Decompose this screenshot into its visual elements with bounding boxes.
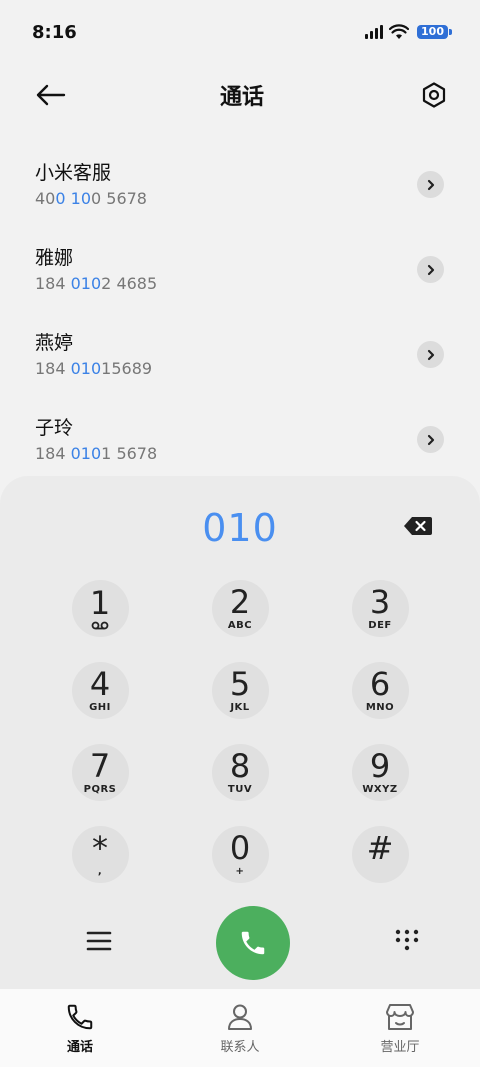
contact-number: 184 0101 5678 xyxy=(35,443,158,463)
back-button[interactable] xyxy=(30,75,70,115)
keypad: 1 2 ABC 3 DEF 4 GHI 5 JKL 6 MNO 7 PQRS 8… xyxy=(0,580,480,883)
voicemail-icon xyxy=(91,621,109,630)
contact-name: 小米客服 xyxy=(35,161,112,184)
contact-detail-button[interactable] xyxy=(417,341,444,368)
header: 通话 xyxy=(0,70,480,120)
tab-label: 联系人 xyxy=(220,1039,260,1055)
keypad-toggle-button[interactable] xyxy=(394,928,420,958)
key-2[interactable]: 2 ABC xyxy=(211,580,269,637)
contact-name: 子玲 xyxy=(35,416,74,439)
key-6[interactable]: 6 MNO xyxy=(351,662,409,719)
tab-contacts[interactable]: 联系人 xyxy=(180,1002,300,1055)
contact-number: 184 0102 4685 xyxy=(35,273,158,293)
status-time: 8:16 xyxy=(32,21,77,43)
contact-name: 雅娜 xyxy=(35,246,74,269)
key-1[interactable]: 1 xyxy=(71,580,129,637)
key-star[interactable]: * , xyxy=(71,826,129,883)
chevron-right-icon xyxy=(427,179,434,190)
contact-number: 184 01015689 xyxy=(35,358,153,378)
store-icon xyxy=(386,1003,414,1030)
status-bar: 8:16 100 xyxy=(0,0,480,64)
key-8[interactable]: 8 TUV xyxy=(211,744,269,801)
key-hash[interactable]: # xyxy=(351,826,409,883)
dialpad: 010 1 2 ABC 3 DEF 4 GHI 5 JKL 6 MNO 7 PQ… xyxy=(0,476,480,996)
key-4[interactable]: 4 GHI xyxy=(71,662,129,719)
person-icon xyxy=(228,1004,252,1030)
bottom-tab-bar: 通话 联系人 营业厅 xyxy=(0,989,480,1067)
key-3[interactable]: 3 DEF xyxy=(351,580,409,637)
settings-button[interactable] xyxy=(414,75,454,115)
chevron-right-icon xyxy=(427,434,434,445)
chevron-right-icon xyxy=(427,349,434,360)
result-item[interactable]: 燕婷 184 01015689 xyxy=(0,312,480,397)
key-7[interactable]: 7 PQRS xyxy=(71,744,129,801)
tab-label: 通话 xyxy=(66,1039,93,1055)
key-5[interactable]: 5 JKL xyxy=(211,662,269,719)
contact-number: 400 100 5678 xyxy=(35,188,147,208)
wifi-icon xyxy=(389,24,410,39)
contact-name: 燕婷 xyxy=(35,331,74,354)
result-item[interactable]: 雅娜 184 0102 4685 xyxy=(0,227,480,312)
tab-calls[interactable]: 通话 xyxy=(20,1002,140,1055)
key-0[interactable]: 0 + xyxy=(211,826,269,883)
result-info: 子玲 184 0101 5678 xyxy=(35,415,157,465)
dial-actions xyxy=(0,906,480,980)
chevron-right-icon xyxy=(427,264,434,275)
result-info: 燕婷 184 01015689 xyxy=(35,330,152,380)
page-title: 通话 xyxy=(219,85,264,110)
phone-icon xyxy=(241,931,265,955)
tab-store[interactable]: 营业厅 xyxy=(340,1002,460,1055)
contact-detail-button[interactable] xyxy=(417,171,444,198)
result-info: 雅娜 184 0102 4685 xyxy=(35,245,157,295)
phone-icon xyxy=(67,1004,93,1029)
menu-icon xyxy=(86,931,112,951)
battery-indicator: 100 xyxy=(417,25,452,39)
call-button[interactable] xyxy=(216,906,290,980)
menu-button[interactable] xyxy=(86,930,112,956)
dialpad-icon xyxy=(395,929,419,951)
backspace-icon xyxy=(404,517,432,535)
result-item[interactable]: 小米客服 400 100 5678 xyxy=(0,142,480,227)
contact-detail-button[interactable] xyxy=(417,426,444,453)
search-results-list: 小米客服 400 100 5678 雅娜 184 0102 4685 燕婷 18… xyxy=(0,142,480,482)
status-icons: 100 xyxy=(365,24,452,40)
signal-icon xyxy=(365,25,384,39)
back-arrow-icon xyxy=(36,84,66,106)
backspace-button[interactable] xyxy=(402,514,434,538)
key-9[interactable]: 9 WXYZ xyxy=(351,744,409,801)
settings-icon xyxy=(422,82,446,108)
tab-label: 营业厅 xyxy=(380,1039,420,1055)
contact-detail-button[interactable] xyxy=(417,256,444,283)
result-item[interactable]: 子玲 184 0101 5678 xyxy=(0,397,480,482)
result-info: 小米客服 400 100 5678 xyxy=(35,160,147,210)
